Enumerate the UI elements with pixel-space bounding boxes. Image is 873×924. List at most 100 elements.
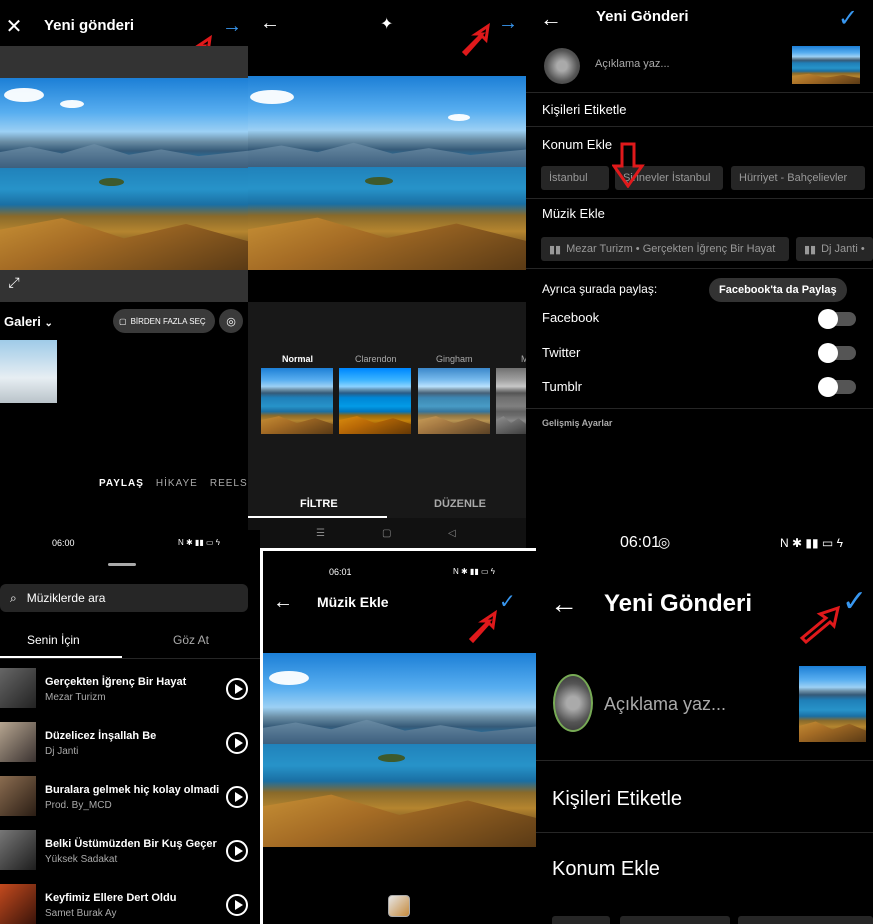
back-arrow-icon[interactable]: ← (273, 591, 293, 614)
song-title: Düzelicez İnşallah Be (45, 730, 157, 742)
filter-thumb-gingham[interactable] (418, 368, 490, 434)
multi-select-button[interactable]: ▢ BİRDEN FAZLA SEÇ (113, 309, 215, 333)
status-icons: N ✱ ▮▮ ▭ ϟ (453, 567, 495, 576)
close-icon[interactable]: ✕ (4, 16, 24, 38)
album-art (0, 884, 36, 924)
music-bars-icon: ▮▮ (804, 243, 817, 256)
filter-label-gingham: Gingham (436, 354, 473, 364)
chevron-down-icon: ⌄ (44, 318, 53, 329)
caption-input[interactable]: Açıklama yaz... (604, 694, 726, 715)
song-row[interactable]: Belki Üstümüzden Bir Kuş Geçer Yüksek Sa… (0, 830, 260, 874)
red-arrow-annotation-icon (799, 605, 841, 644)
location-chip[interactable]: Hürriyet - Bahçelievler (731, 166, 865, 190)
filter-thumb-clarendon[interactable] (339, 368, 411, 434)
location-chip[interactable] (738, 916, 873, 924)
song-title: Buralara gelmek hiç kolay olmadi (45, 784, 220, 796)
checkmark-icon[interactable]: ✓ (842, 584, 867, 619)
magic-wand-icon[interactable]: ✦ (380, 14, 393, 34)
song-title: Belki Üstümüzden Bir Kuş Geçer (45, 838, 217, 850)
expand-icon[interactable]: ⤢ (4, 272, 24, 292)
edit-preview-image (248, 76, 526, 270)
location-chip[interactable]: İstanbul (541, 166, 609, 190)
tag-people-row[interactable]: Kişileri Etiketle (552, 788, 682, 811)
tab-edit[interactable]: DÜZENLE (434, 498, 486, 510)
facebook-tooltip: Facebook'ta da Paylaş (709, 278, 847, 302)
advanced-settings-link[interactable]: Gelişmiş Ayarlar (542, 418, 612, 428)
song-title: Keyfimiz Ellere Dert Oldu (45, 892, 177, 904)
song-row[interactable]: Gerçekten İğrenç Bir Hayat Mezar Turizm (0, 668, 260, 712)
song-artist: Yüksek Sadakat (45, 854, 118, 865)
album-art (0, 668, 36, 708)
play-icon[interactable] (226, 732, 248, 754)
gallery-dropdown[interactable]: Galeri ⌄ (4, 314, 53, 329)
post-thumbnail (799, 666, 866, 742)
network-facebook-label: Facebook (542, 310, 600, 325)
back-arrow-icon[interactable]: ← (260, 12, 280, 35)
search-icon: ⌕ (10, 590, 17, 605)
song-row[interactable]: Keyfimiz Ellere Dert Oldu Samet Burak Ay (0, 884, 260, 924)
avatar (544, 48, 580, 84)
nav-home-icon[interactable]: ▢ (382, 528, 391, 539)
caption-input[interactable]: Açıklama yaz... (595, 58, 670, 70)
red-arrow-annotation-icon (461, 22, 490, 57)
panel-new-post-zoom: 06:01 ◎ N ✱ ▮▮ ▭ ϟ ← Yeni Gönderi ✓ Açık… (536, 530, 873, 924)
avatar (553, 674, 593, 732)
instagram-status-icon: ◎ (658, 534, 671, 550)
next-arrow-icon[interactable]: → (222, 15, 242, 38)
network-tumblr-label: Tumblr (542, 379, 582, 394)
page-title: Müzik Ekle (317, 594, 389, 610)
location-chip[interactable] (620, 916, 730, 924)
stack-icon: ▢ (119, 316, 127, 326)
gallery-thumbnail[interactable] (0, 340, 57, 403)
tab-story[interactable]: HİKAYE (156, 478, 198, 489)
twitter-toggle[interactable] (818, 343, 856, 363)
panel-new-post-details: ← Yeni Gönderi ✓ Açıklama yaz... Kişiler… (526, 0, 873, 530)
play-icon[interactable] (226, 786, 248, 808)
nav-back-icon[interactable]: ◁ (448, 528, 456, 539)
location-chip[interactable] (552, 916, 610, 924)
drag-handle[interactable] (108, 563, 136, 566)
selected-media-thumbnail[interactable] (388, 895, 410, 917)
album-art (0, 776, 36, 816)
filter-label-normal: Normal (282, 354, 314, 364)
back-arrow-icon[interactable]: ← (540, 6, 562, 32)
song-artist: Prod. By_MCD (45, 800, 112, 811)
music-chip[interactable]: ▮▮ Mezar Turizm • Gerçekten İğrenç Bir Ha… (541, 237, 789, 261)
tab-reels[interactable]: REELS (210, 478, 248, 489)
play-icon[interactable] (226, 894, 248, 916)
tab-browse[interactable]: Göz At (173, 633, 209, 647)
tab-filter[interactable]: FİLTRE (300, 498, 338, 510)
filter-thumb-moon[interactable] (496, 368, 526, 434)
add-music-row[interactable]: Müzik Ekle (542, 206, 605, 221)
status-time: 06:01 (620, 534, 661, 551)
status-time: 06:00 (52, 538, 75, 548)
preview-image (0, 78, 248, 270)
music-bars-icon: ▮▮ (549, 243, 562, 256)
music-preview-image (263, 653, 536, 847)
tab-for-you[interactable]: Senin İçin (27, 633, 80, 647)
page-title: Yeni gönderi (44, 17, 135, 34)
add-location-row[interactable]: Konum Ekle (552, 858, 660, 881)
facebook-toggle[interactable] (818, 309, 856, 329)
filter-thumb-normal[interactable] (261, 368, 333, 434)
tab-share[interactable]: PAYLAŞ (99, 478, 144, 489)
music-search-input[interactable]: ⌕ Müziklerde ara (0, 584, 248, 612)
song-row[interactable]: Düzelicez İnşallah Be Dj Janti (0, 722, 260, 766)
red-arrow-annotation-icon (468, 609, 497, 644)
album-art (0, 722, 36, 762)
filter-label-clarendon: Clarendon (355, 354, 397, 364)
play-icon[interactable] (226, 840, 248, 862)
play-icon[interactable] (226, 678, 248, 700)
song-artist: Mezar Turizm (45, 692, 106, 703)
next-arrow-icon[interactable]: → (498, 12, 518, 35)
song-row[interactable]: Buralara gelmek hiç kolay olmadi Prod. B… (0, 776, 260, 820)
nav-menu-icon[interactable]: ☰ (316, 528, 325, 539)
add-location-row[interactable]: Konum Ekle (542, 137, 612, 152)
tag-people-row[interactable]: Kişileri Etiketle (542, 102, 627, 117)
camera-icon[interactable]: ◎ (219, 309, 243, 333)
tumblr-toggle[interactable] (818, 377, 856, 397)
music-chip[interactable]: ▮▮ Dj Janti • (796, 237, 873, 261)
checkmark-icon[interactable]: ✓ (838, 4, 858, 33)
back-arrow-icon[interactable]: ← (550, 588, 578, 620)
panel-music-search: 06:00 N ✱ ▮▮ ▭ ϟ ⌕ Müziklerde ara Senin … (0, 530, 260, 924)
